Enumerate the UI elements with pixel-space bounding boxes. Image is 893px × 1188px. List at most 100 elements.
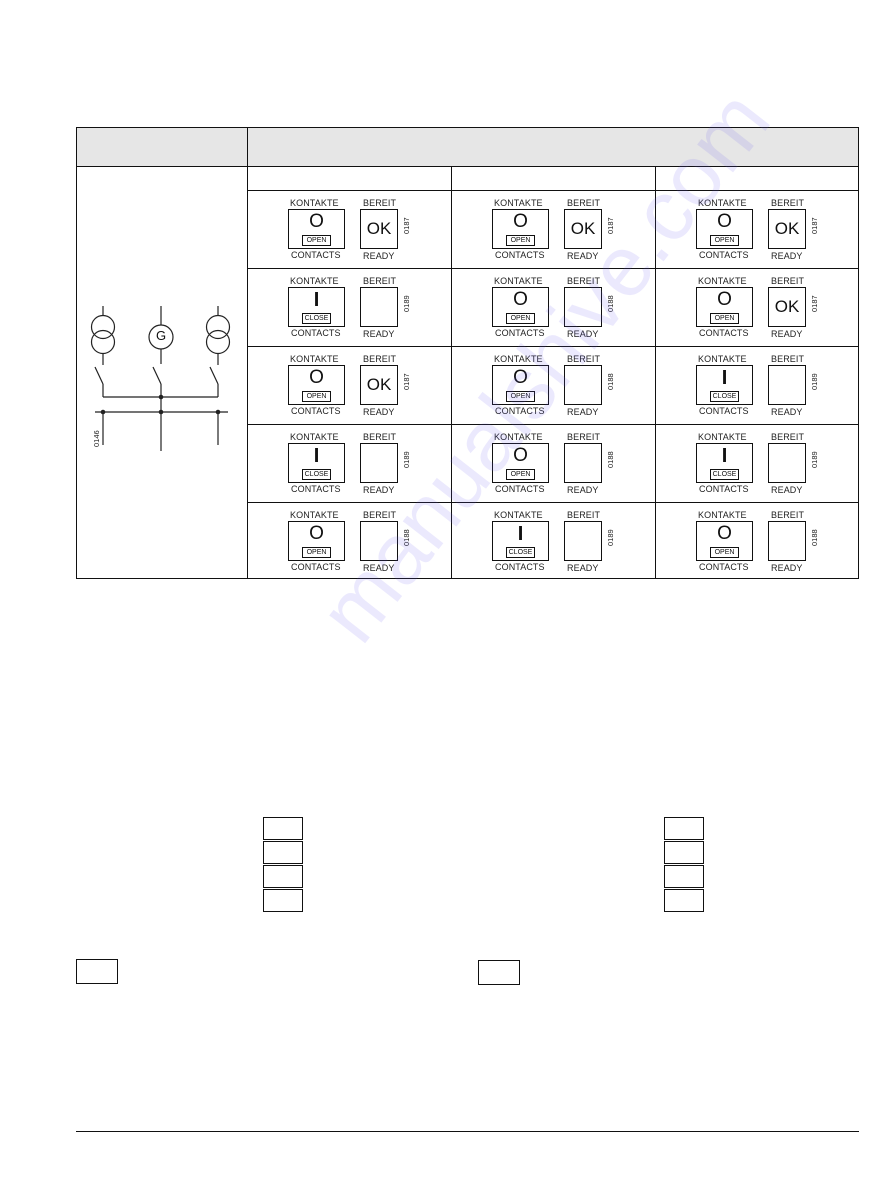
contact-state-tag: OPEN [506, 313, 535, 324]
bereit-label: BEREIT [363, 432, 397, 442]
bereit-label: BEREIT [363, 276, 397, 286]
status-cell: KONTAKTE BEREIT O OPEN OK CONTACTS READY 0187 [656, 190, 860, 268]
status-cell: KONTAKTE BEREIT I CLOSE CONTACTS READY 0189 [656, 424, 860, 502]
footer-rule [76, 1131, 859, 1132]
status-cell: KONTAKTE BEREIT O OPEN OK CONTACTS READY 0187 [248, 190, 452, 268]
kontakte-label: KONTAKTE [290, 354, 339, 364]
figure-code: 0189 [402, 451, 411, 468]
ready-ok-text: OK [570, 219, 596, 238]
ready-indicator [564, 365, 602, 405]
ready-label: READY [771, 251, 803, 261]
blank-box [76, 959, 118, 984]
bereit-label: BEREIT [771, 354, 805, 364]
ready-label: READY [771, 407, 803, 417]
contacts-label: CONTACTS [291, 406, 341, 416]
figure-code: 0189 [810, 373, 819, 390]
contact-state-tag: OPEN [710, 235, 739, 246]
ready-ok-text: OK [774, 297, 800, 316]
ready-label: READY [363, 329, 395, 339]
kontakte-label: KONTAKTE [494, 432, 543, 442]
contacts-indicator: I CLOSE [696, 365, 753, 405]
kontakte-label: KONTAKTE [698, 354, 747, 364]
contacts-indicator: I CLOSE [288, 443, 345, 483]
bereit-label: BEREIT [567, 354, 601, 364]
contact-state-tag: OPEN [506, 391, 535, 402]
bereit-label: BEREIT [771, 432, 805, 442]
contact-state-tag: CLOSE [710, 391, 739, 402]
bereit-label: BEREIT [363, 510, 397, 520]
contacts-indicator: O OPEN [696, 521, 753, 561]
contacts-label: CONTACTS [699, 250, 749, 260]
ready-indicator [564, 521, 602, 561]
kontakte-label: KONTAKTE [494, 354, 543, 364]
contacts-label: CONTACTS [699, 406, 749, 416]
contact-state-tag: OPEN [302, 235, 331, 246]
contacts-label: CONTACTS [291, 562, 341, 572]
figure-code: 0189 [606, 529, 615, 546]
contacts-label: CONTACTS [699, 562, 749, 572]
status-cell: KONTAKTE BEREIT O OPEN OK CONTACTS READY 0187 [452, 190, 656, 268]
contacts-label: CONTACTS [495, 562, 545, 572]
status-cell: KONTAKTE BEREIT I CLOSE CONTACTS READY 0189 [248, 424, 452, 502]
ready-label: READY [363, 485, 395, 495]
contact-state-symbol: O [309, 367, 324, 388]
blank-box [263, 889, 303, 912]
kontakte-label: KONTAKTE [494, 198, 543, 208]
transformer-icon-left [90, 306, 116, 365]
contacts-indicator: I CLOSE [492, 521, 549, 561]
contacts-label: CONTACTS [291, 484, 341, 494]
breaker-switch-icon [94, 366, 219, 397]
blank-box [263, 841, 303, 864]
contact-state-symbol: O [717, 211, 732, 232]
ready-label: READY [567, 251, 599, 261]
ready-indicator [360, 287, 398, 327]
ready-label: READY [363, 251, 395, 261]
bereit-label: BEREIT [363, 354, 397, 364]
contacts-indicator: O OPEN [288, 209, 345, 249]
status-cell: KONTAKTE BEREIT O OPEN CONTACTS READY 0188 [656, 502, 860, 580]
kontakte-label: KONTAKTE [290, 432, 339, 442]
figure-code: 0146 [92, 430, 101, 447]
bereit-label: BEREIT [567, 276, 601, 286]
bereit-label: BEREIT [771, 276, 805, 286]
contacts-indicator: O OPEN [696, 287, 753, 327]
figure-code: 0188 [606, 295, 615, 312]
status-cell: KONTAKTE BEREIT O OPEN OK CONTACTS READY 0187 [248, 346, 452, 424]
ready-ok-text: OK [774, 219, 800, 238]
ready-label: READY [771, 329, 803, 339]
figure-code: 0188 [402, 529, 411, 546]
generator-label: G [155, 328, 167, 343]
bereit-label: BEREIT [567, 198, 601, 208]
contacts-label: CONTACTS [495, 406, 545, 416]
bereit-label: BEREIT [771, 510, 805, 520]
contact-state-symbol: I [313, 289, 320, 311]
contacts-label: CONTACTS [699, 484, 749, 494]
ready-label: READY [567, 485, 599, 495]
contacts-indicator: O OPEN [288, 521, 345, 561]
contact-state-symbol: O [513, 445, 528, 466]
contact-state-tag: CLOSE [302, 469, 331, 480]
contact-state-symbol: O [513, 289, 528, 310]
status-cell: KONTAKTE BEREIT O OPEN CONTACTS READY 0188 [452, 346, 656, 424]
ready-indicator: OK [360, 209, 398, 249]
figure-code: 0188 [606, 373, 615, 390]
contact-state-symbol: O [717, 523, 732, 544]
contact-state-symbol: O [513, 367, 528, 388]
ready-label: READY [567, 329, 599, 339]
ready-label: READY [363, 563, 395, 573]
contact-state-tag: OPEN [710, 547, 739, 558]
status-cell: KONTAKTE BEREIT I CLOSE CONTACTS READY 0189 [452, 502, 656, 580]
ready-label: READY [567, 563, 599, 573]
blank-box [664, 817, 704, 840]
bereit-label: BEREIT [363, 198, 397, 208]
figure-code: 0187 [810, 295, 819, 312]
kontakte-label: KONTAKTE [698, 276, 747, 286]
contact-state-tag: CLOSE [302, 313, 331, 324]
status-cell: KONTAKTE BEREIT I CLOSE CONTACTS READY 0189 [656, 346, 860, 424]
contact-state-symbol: O [309, 211, 324, 232]
header-divider [76, 166, 859, 167]
figure-code: 0187 [402, 373, 411, 390]
contact-state-tag: CLOSE [710, 469, 739, 480]
kontakte-label: KONTAKTE [494, 276, 543, 286]
contact-state-symbol: I [313, 445, 320, 467]
